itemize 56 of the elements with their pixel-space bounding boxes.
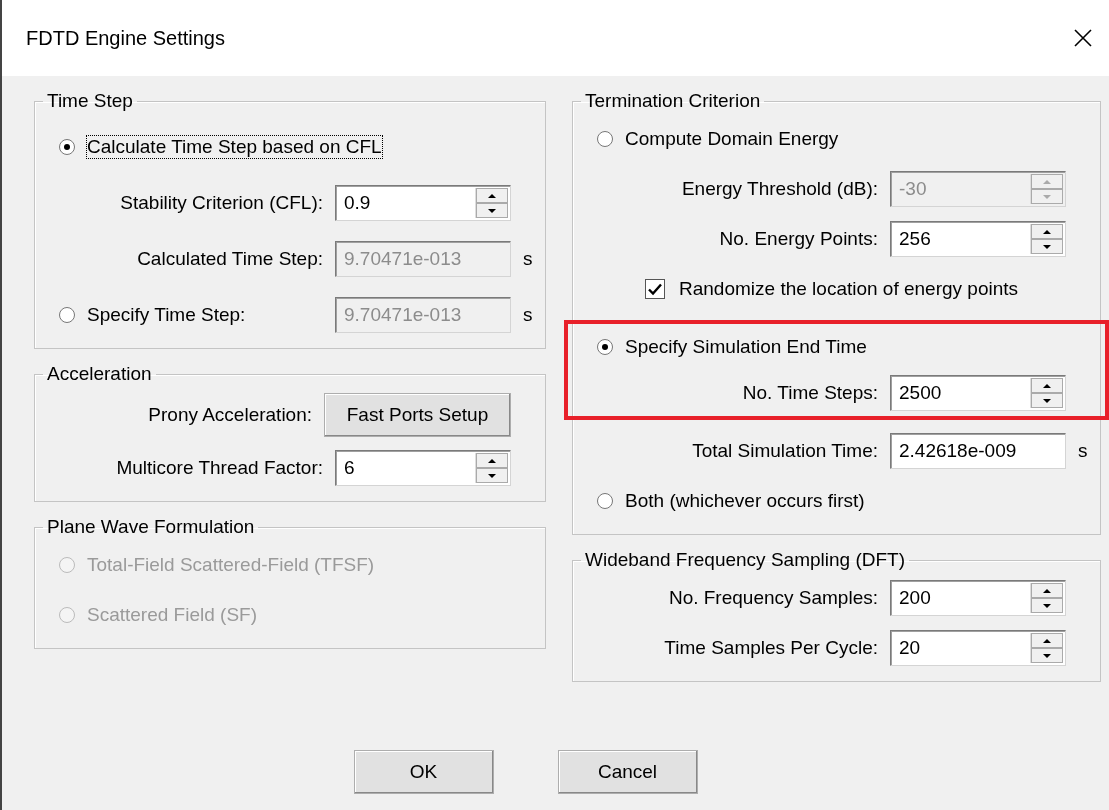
field-label: Calculated Time Step: <box>137 248 323 270</box>
spin-up-button[interactable] <box>1031 224 1063 239</box>
checkbox[interactable] <box>645 279 665 299</box>
setup-button[interactable]: Fast Ports Setup <box>324 393 511 437</box>
spin-down-button[interactable] <box>1031 239 1063 254</box>
radio-label: Compute Domain Energy <box>625 128 839 150</box>
field-label: Time Samples Per Cycle: <box>664 637 878 659</box>
check-icon <box>648 282 662 296</box>
field-label: No. Time Steps: <box>742 382 878 404</box>
group-title: Acceleration <box>46 363 153 385</box>
text-field[interactable]: 2.42618e-009 <box>890 433 1066 469</box>
group-title: Plane Wave Formulation <box>46 516 256 538</box>
spin-down-button[interactable] <box>476 203 508 218</box>
spin-up-button[interactable] <box>476 453 508 468</box>
unit-label: s <box>523 248 534 270</box>
unit-label: s <box>523 304 534 326</box>
spin-field[interactable]: 200 <box>890 580 1066 616</box>
dialog-button[interactable]: OK <box>353 750 494 794</box>
spin-up-button[interactable] <box>1031 633 1063 648</box>
field-label: Prony Acceleration: <box>148 404 312 426</box>
spin-up-button[interactable] <box>476 188 508 203</box>
group-title: Wideband Frequency Sampling (DFT) <box>584 549 906 571</box>
radio-button[interactable] <box>597 131 613 147</box>
radio-label: Calculate Time Step based on CFL <box>87 136 382 158</box>
spin-down-button[interactable] <box>1031 598 1063 613</box>
radio-button[interactable] <box>597 493 613 509</box>
radio-button[interactable] <box>597 339 613 355</box>
spin-up-button[interactable] <box>1031 378 1063 393</box>
unit-label: s <box>1078 440 1089 462</box>
radio-label: Both (whichever occurs first) <box>625 490 865 512</box>
window-title: FDTD Engine Settings <box>26 26 225 50</box>
field-label: No. Energy Points: <box>719 228 878 250</box>
spin-down-button[interactable] <box>476 468 508 483</box>
spin-down-button[interactable] <box>1031 648 1063 663</box>
field-label: No. Frequency Samples: <box>668 587 878 609</box>
field-label: Energy Threshold (dB): <box>681 178 878 200</box>
field-label: Stability Criterion (CFL): <box>120 192 323 214</box>
radio-button[interactable] <box>59 139 75 155</box>
group-title: Time Step <box>46 90 134 112</box>
dialog-button[interactable]: Cancel <box>557 750 698 794</box>
close-icon <box>1073 28 1093 48</box>
spin-field[interactable]: 2500 <box>890 375 1066 411</box>
group-title: Termination Criterion <box>584 90 762 112</box>
radio-label: Specify Simulation End Time <box>625 336 867 358</box>
field-label: Total Simulation Time: <box>692 440 878 462</box>
spin-down-button[interactable] <box>1031 393 1063 408</box>
radio-label: Scattered Field (SF) <box>87 604 257 626</box>
spin-up-button[interactable] <box>1031 583 1063 598</box>
spin-field[interactable]: 20 <box>890 630 1066 666</box>
field-label: Multicore Thread Factor: <box>116 457 323 479</box>
spin-field[interactable]: 256 <box>890 221 1066 257</box>
spin-field[interactable]: 0.9 <box>335 185 511 221</box>
radio-label: Specify Time Step: <box>87 304 246 326</box>
radio-label: Total-Field Scattered-Field (TFSF) <box>87 554 375 576</box>
checkbox-label: Randomize the location of energy points <box>679 278 1019 300</box>
spin-field[interactable]: 6 <box>335 450 511 486</box>
